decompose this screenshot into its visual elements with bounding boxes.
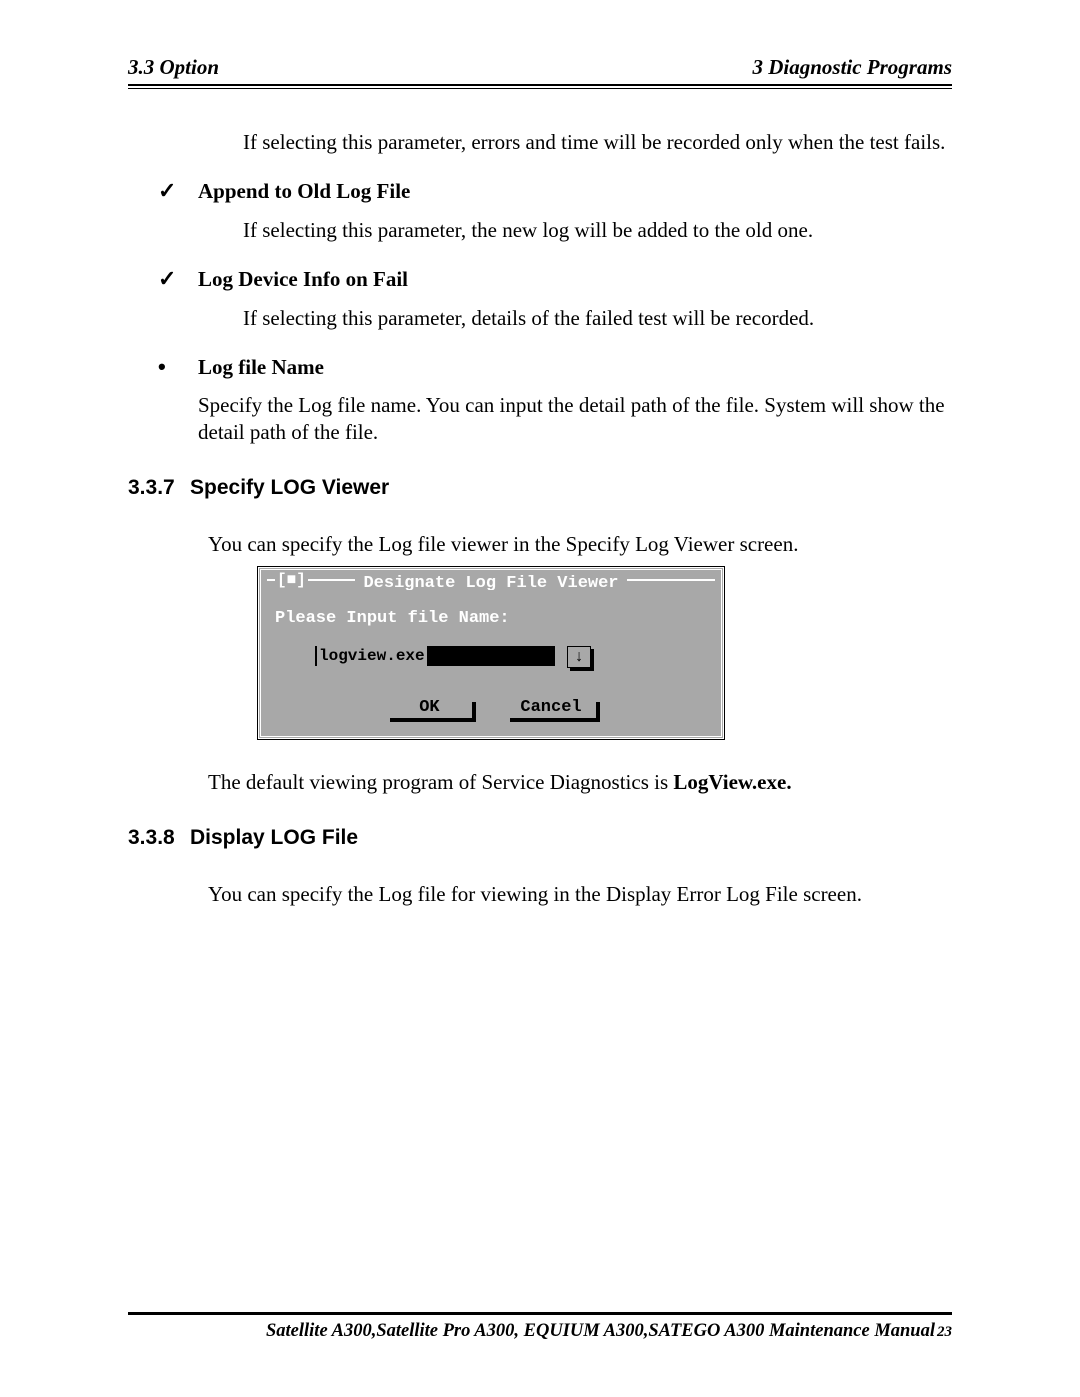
footer-rule-thick [128, 1313, 952, 1315]
section-338-heading: 3.3.8Display LOG File [128, 825, 952, 851]
dialog-screenshot: [■] Designate Log File Viewer Please Inp… [258, 567, 952, 738]
dialog-title-wrap: Designate Log File Viewer [261, 570, 721, 590]
section-number: 3.3.8 [128, 825, 190, 851]
default-viewer-text: The default viewing program of Service D… [208, 769, 952, 795]
footer-text: Satellite A300,Satellite Pro A300, EQUIU… [266, 1321, 935, 1341]
section-338-intro: You can specify the Log file for viewing… [208, 881, 952, 907]
dialog-button-row: OK Cancel [261, 698, 721, 718]
section-number: 3.3.7 [128, 475, 190, 501]
dialog-title-text: Designate Log File Viewer [355, 574, 626, 590]
bullet-title: Append to Old Log File [198, 178, 410, 204]
bullet-log-device-info: ✓ Log Device Info on Fail [158, 265, 952, 293]
filename-input[interactable]: logview.exe [315, 646, 555, 666]
paragraph-logname-desc: Specify the Log file name. You can input… [198, 392, 952, 445]
checkmark-icon: ✓ [158, 177, 198, 205]
bullet-title: Log file Name [198, 354, 324, 380]
paragraph-append-desc: If selecting this parameter, the new log… [243, 217, 952, 243]
section-337-heading: 3.3.7Specify LOG Viewer [128, 475, 952, 501]
paragraph-fail-record: If selecting this parameter, errors and … [243, 129, 952, 155]
dialog-prompt: Please Input file Name: [261, 590, 721, 645]
default-viewer-name: LogView.exe. [673, 770, 791, 794]
header-rule-thick [128, 84, 952, 86]
cancel-button[interactable]: Cancel [506, 698, 595, 718]
dialog-input-row: logview.exe ↓ [261, 646, 721, 668]
paragraph-device-desc: If selecting this parameter, details of … [243, 305, 952, 331]
checkmark-icon: ✓ [158, 265, 198, 293]
bullet-title: Log Device Info on Fail [198, 266, 408, 292]
dialog-titlebar: [■] Designate Log File Viewer [261, 570, 721, 590]
section-337-intro: You can specify the Log file viewer in t… [208, 531, 952, 557]
header-left: 3.3 Option [128, 55, 219, 80]
page-content: If selecting this parameter, errors and … [128, 89, 952, 907]
header-right: 3 Diagnostic Programs [752, 55, 952, 80]
page-footer-wrap: Satellite A300,Satellite Pro A300, EQUIU… [128, 1312, 952, 1342]
document-page: 3.3 Option 3 Diagnostic Programs If sele… [0, 0, 1080, 1397]
bullet-dot-icon: • [158, 353, 198, 381]
section-title: Display LOG File [190, 826, 358, 849]
ok-button[interactable]: OK [386, 698, 472, 718]
bullet-append-to-old-log: ✓ Append to Old Log File [158, 177, 952, 205]
bullet-log-file-name: • Log file Name [158, 353, 952, 381]
section-title: Specify LOG Viewer [190, 476, 389, 499]
page-footer: Satellite A300,Satellite Pro A300, EQUIU… [128, 1321, 952, 1342]
page-header: 3.3 Option 3 Diagnostic Programs [128, 55, 952, 84]
designate-log-viewer-dialog: [■] Designate Log File Viewer Please Inp… [258, 567, 724, 738]
dropdown-arrow-icon[interactable]: ↓ [567, 646, 591, 668]
default-viewer-pre: The default viewing program of Service D… [208, 770, 673, 794]
filename-input-value: logview.exe [317, 646, 427, 666]
page-number: 23 [937, 1324, 952, 1340]
